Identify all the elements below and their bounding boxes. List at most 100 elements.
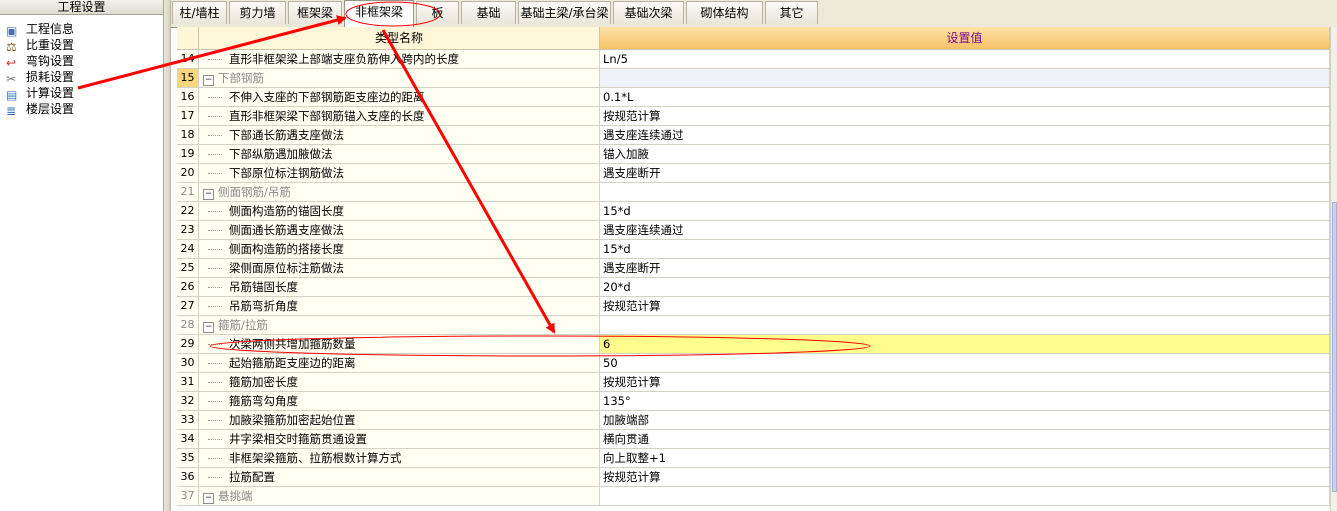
table-row[interactable]: 34 井字梁相交时箍筋贯通设置 横向贯通 (177, 430, 1330, 449)
table-row[interactable]: 35 非框架梁箍筋、拉筋根数计算方式 向上取整+1 (177, 449, 1330, 468)
type-name-header[interactable]: 类型名称 (199, 27, 600, 50)
type-name-cell: − 悬挑端 (199, 487, 600, 506)
table-row[interactable]: 33 加腋梁箍筋加密起始位置 加腋端部 (177, 411, 1330, 430)
tab-5[interactable]: 基础 (461, 1, 516, 24)
table-row[interactable]: 24 侧面构造筋的搭接长度 15*d (177, 240, 1330, 259)
setting-value-cell[interactable]: 遇支座连续通过 (600, 221, 1330, 240)
setting-value-cell[interactable]: 0.1*L (600, 88, 1330, 107)
vertical-scrollbar[interactable] (1330, 27, 1337, 511)
type-name-label: 下部通长筋遇支座做法 (229, 128, 344, 142)
tree-connector (208, 268, 222, 270)
setting-value-cell[interactable]: 锚入加腋 (600, 145, 1330, 164)
panel-splitter[interactable] (164, 0, 171, 511)
settings-grid: 类型名称 设置值 14 直形非框架梁上部端支座负筋伸入跨内的长度 Ln/5 15− 下部… (177, 27, 1330, 511)
tree-connector (208, 154, 222, 156)
setting-value-cell[interactable]: 按规范计算 (600, 468, 1330, 487)
row-number: 17 (177, 107, 199, 126)
type-name-label: 次梁两侧共增加箍筋数量 (229, 337, 356, 351)
type-name-cell: 侧面构造筋的锚固长度 (199, 202, 600, 221)
nav-item[interactable]: ↩ 弯钩设置 (6, 53, 74, 70)
setting-value-cell[interactable]: 135° (600, 392, 1330, 411)
table-row[interactable]: 36 拉筋配置 按规范计算 (177, 468, 1330, 487)
tab-1[interactable]: 剪力墙 (229, 1, 286, 24)
setting-value-cell[interactable] (600, 183, 1330, 202)
table-row[interactable]: 18 下部通长筋遇支座做法 遇支座连续通过 (177, 126, 1330, 145)
nav-item[interactable]: ▤ 计算设置 (6, 85, 74, 102)
setting-value-cell[interactable]: 6 (600, 335, 1330, 354)
table-row[interactable]: 20 下部原位标注钢筋做法 遇支座断开 (177, 164, 1330, 183)
type-name-cell: 下部纵筋遇加腋做法 (199, 145, 600, 164)
setting-value-cell[interactable]: 20*d (600, 278, 1330, 297)
collapse-icon[interactable]: − (203, 75, 214, 86)
scrollbar-thumb[interactable] (1332, 202, 1337, 492)
setting-value-cell[interactable]: Ln/5 (600, 50, 1330, 69)
setting-value-cell[interactable]: 15*d (600, 202, 1330, 221)
tab-2[interactable]: 框架梁 (288, 1, 342, 24)
setting-value-cell[interactable]: 按规范计算 (600, 107, 1330, 126)
row-number: 33 (177, 411, 199, 430)
grid-header: 类型名称 设置值 (177, 27, 1330, 50)
tree-connector (208, 211, 222, 213)
tree-connector (208, 287, 222, 289)
table-row[interactable]: 17 直形非框架梁下部钢筋锚入支座的长度 按规范计算 (177, 107, 1330, 126)
setting-value-cell[interactable]: 向上取整+1 (600, 449, 1330, 468)
type-name-cell: 直形非框架梁下部钢筋锚入支座的长度 (199, 107, 600, 126)
type-name-label: 箍筋/拉筋 (218, 318, 268, 332)
row-number: 14 (177, 50, 199, 69)
table-row[interactable]: 16 不伸入支座的下部钢筋距支座边的距离 0.1*L (177, 88, 1330, 107)
setting-value-cell[interactable]: 遇支座断开 (600, 259, 1330, 278)
setting-value-cell[interactable]: 15*d (600, 240, 1330, 259)
type-name-label: 侧面构造筋的搭接长度 (229, 242, 344, 256)
group-row[interactable]: 37− 悬挑端 (177, 487, 1330, 506)
table-row[interactable]: 26 吊筋锚固长度 20*d (177, 278, 1330, 297)
setting-value-cell[interactable]: 按规范计算 (600, 373, 1330, 392)
type-name-label: 下部纵筋遇加腋做法 (229, 147, 333, 161)
group-row[interactable]: 28− 箍筋/拉筋 (177, 316, 1330, 335)
nav-item[interactable]: ≣ 楼层设置 (6, 101, 74, 118)
table-row[interactable]: 14 直形非框架梁上部端支座负筋伸入跨内的长度 Ln/5 (177, 50, 1330, 69)
setting-value-cell[interactable]: 50 (600, 354, 1330, 373)
table-row[interactable]: 25 梁侧面原位标注筋做法 遇支座断开 (177, 259, 1330, 278)
nav-item[interactable]: ▣ 工程信息 (6, 21, 74, 38)
row-number: 29 (177, 335, 199, 354)
type-name-label: 直形非框架梁上部端支座负筋伸入跨内的长度 (229, 52, 459, 66)
tab-3[interactable]: 非框架梁 (344, 0, 414, 27)
collapse-icon[interactable]: − (203, 189, 214, 200)
table-row[interactable]: 19 下部纵筋遇加腋做法 锚入加腋 (177, 145, 1330, 164)
setting-value-cell[interactable]: 横向贯通 (600, 430, 1330, 449)
table-row[interactable]: 31 箍筋加密长度 按规范计算 (177, 373, 1330, 392)
setting-value-cell[interactable]: 遇支座连续通过 (600, 126, 1330, 145)
tab-4[interactable]: 板 (416, 1, 459, 24)
tree-connector (208, 173, 222, 175)
row-number: 16 (177, 88, 199, 107)
tab-6[interactable]: 基础主梁/承台梁 (518, 1, 611, 24)
table-row[interactable]: 22 侧面构造筋的锚固长度 15*d (177, 202, 1330, 221)
type-name-label: 箍筋弯勾角度 (229, 394, 298, 408)
table-row[interactable]: 23 侧面通长筋遇支座做法 遇支座连续通过 (177, 221, 1330, 240)
nav-item[interactable]: ⚖ 比重设置 (6, 37, 74, 54)
nav-item[interactable]: ✂ 损耗设置 (6, 69, 74, 86)
table-row[interactable]: 30 起始箍筋距支座边的距离 50 (177, 354, 1330, 373)
tab-0[interactable]: 柱/墙柱 (172, 1, 227, 24)
table-row[interactable]: 27 吊筋弯折角度 按规范计算 (177, 297, 1330, 316)
table-row[interactable]: 32 箍筋弯勾角度 135° (177, 392, 1330, 411)
setting-value-cell[interactable] (600, 69, 1330, 88)
setting-value-cell[interactable]: 加腋端部 (600, 411, 1330, 430)
table-row[interactable]: 29 次梁两侧共增加箍筋数量 6 (177, 335, 1330, 354)
group-row[interactable]: 15− 下部钢筋 (177, 69, 1330, 88)
type-name-label: 吊筋弯折角度 (229, 299, 298, 313)
tree-connector (208, 135, 222, 137)
collapse-icon[interactable]: − (203, 322, 214, 333)
setting-value-header[interactable]: 设置值 (600, 27, 1330, 50)
setting-value-cell[interactable]: 遇支座断开 (600, 164, 1330, 183)
group-row[interactable]: 21− 侧面钢筋/吊筋 (177, 183, 1330, 202)
type-name-label: 加腋梁箍筋加密起始位置 (229, 413, 356, 427)
setting-value-cell[interactable]: 按规范计算 (600, 297, 1330, 316)
setting-value-cell[interactable] (600, 316, 1330, 335)
setting-value-cell[interactable] (600, 487, 1330, 506)
row-number: 35 (177, 449, 199, 468)
tab-9[interactable]: 其它 (765, 1, 818, 24)
tab-7[interactable]: 基础次梁 (613, 1, 684, 24)
tab-8[interactable]: 砌体结构 (686, 1, 763, 24)
collapse-icon[interactable]: − (203, 493, 214, 504)
